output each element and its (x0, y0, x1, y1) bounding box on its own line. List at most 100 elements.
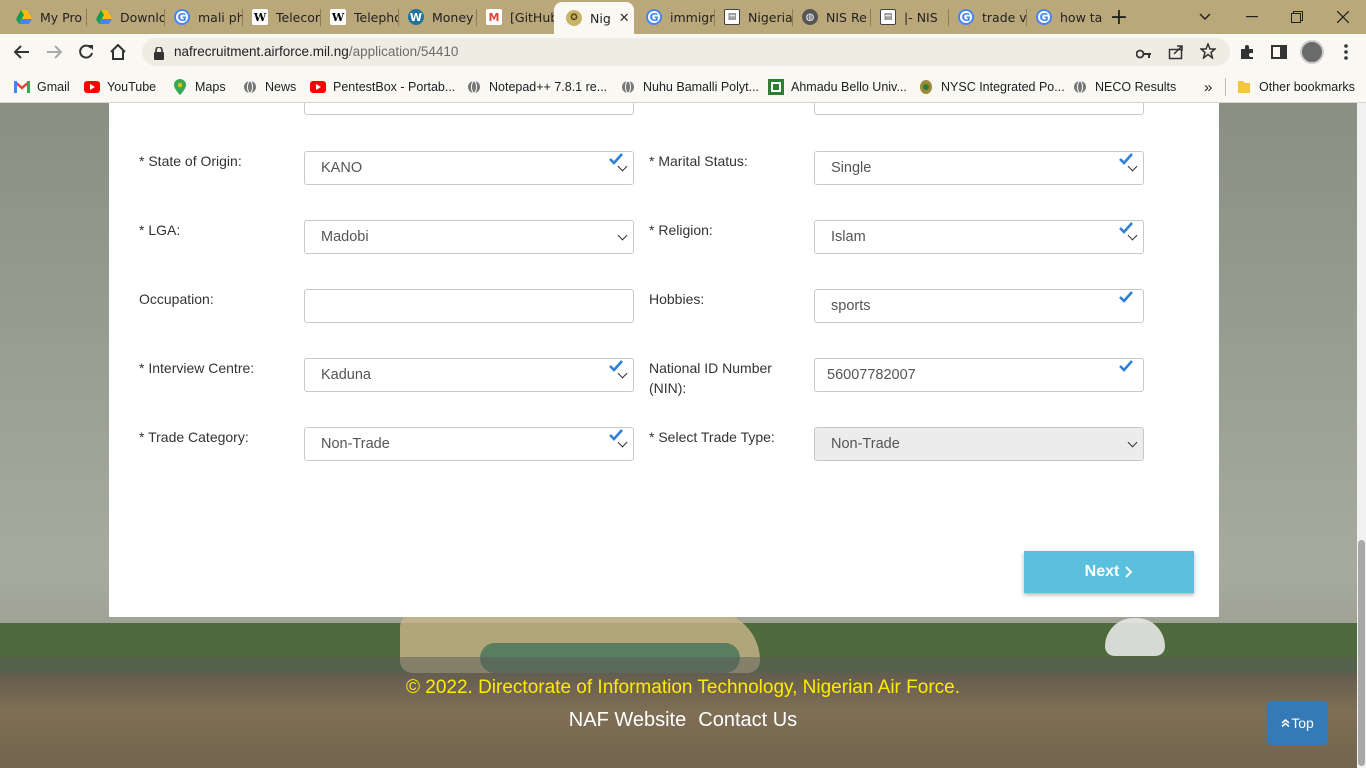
bookmarks-overflow-chevron[interactable]: » (1204, 76, 1212, 98)
youtube-icon (84, 79, 100, 95)
double-chevron-up-icon (1281, 719, 1290, 727)
copyright-text: © 2022. Directorate of Information Techn… (405, 677, 960, 698)
wordpress-icon: W (408, 9, 424, 25)
profile-avatar[interactable] (1298, 38, 1326, 66)
tab-immigration[interactable]: Gimmigr (634, 3, 714, 31)
back-arrow-icon[interactable] (8, 38, 36, 66)
tab-nis-re[interactable]: ◍ NIS Re (790, 3, 870, 31)
bookmark-maps[interactable]: Maps (172, 76, 226, 98)
bookmark-pentestbox[interactable]: PentestBox - Portab... (310, 76, 455, 98)
google-icon: G (1036, 9, 1052, 25)
scrollbar-thumb[interactable] (1358, 540, 1365, 766)
address-bar[interactable]: nafrecruitment.airforce.mil.ng/applicati… (142, 38, 1230, 66)
google-drive-icon (96, 9, 112, 25)
nationality-select-cropped[interactable] (304, 103, 634, 115)
url-text: nafrecruitment.airforce.mil.ng/applicati… (174, 44, 458, 59)
google-drive-icon (16, 9, 32, 25)
menu-kebab-icon[interactable] (1332, 38, 1360, 66)
reload-icon[interactable] (72, 38, 100, 66)
occupation-input[interactable] (304, 289, 634, 323)
trade-category-label: * Trade Category: (139, 429, 249, 445)
previous-field-cropped[interactable] (814, 103, 1144, 115)
trade-type-label: * Select Trade Type: (649, 429, 775, 445)
tab-nigerian-airforce-active[interactable]: ✪ Nig ✕ (554, 2, 634, 34)
trade-category-select[interactable]: Non-Trade (304, 427, 634, 461)
tab-downloads[interactable]: Downlo (84, 3, 164, 31)
valid-check-icon (609, 153, 623, 165)
tab-money[interactable]: W Money (396, 3, 476, 31)
youtube-icon (310, 79, 326, 95)
bookmark-nuhu-bamalli[interactable]: Nuhu Bamalli Polyt... (620, 76, 759, 98)
google-icon: G (646, 9, 662, 25)
url-path: /application/54410 (348, 44, 459, 59)
globe-icon: ◍ (802, 9, 818, 25)
nysc-crest-icon (918, 79, 934, 95)
forward-arrow-icon[interactable] (40, 38, 68, 66)
abu-crest-icon (768, 79, 784, 95)
site-footer: © 2022. Directorate of Information Techn… (0, 657, 1366, 768)
hobbies-label: Hobbies: (649, 291, 705, 307)
interview-centre-select[interactable]: Kaduna (304, 358, 634, 392)
maps-pin-icon (172, 79, 188, 95)
tab-nis[interactable]: ▤ |- NIS (868, 3, 948, 31)
tab-nigeria[interactable]: ▤ Nigeria (712, 3, 792, 31)
lga-select[interactable]: Madobi (304, 220, 634, 254)
document-icon: ▤ (880, 9, 896, 25)
tab-my-projects[interactable]: My Pro (4, 3, 84, 31)
next-button[interactable]: Next (1024, 551, 1194, 593)
page-viewport: * State of Origin: KANO * Marital Status… (0, 103, 1366, 768)
globe-icon (466, 79, 482, 95)
bookmark-youtube[interactable]: YouTube (84, 76, 156, 98)
valid-check-icon (1119, 222, 1133, 234)
state-of-origin-select[interactable]: KANO (304, 151, 634, 185)
wikipedia-icon: W (252, 9, 268, 25)
tab-mali-ph[interactable]: Gmali ph (162, 3, 242, 31)
tab-trade[interactable]: Gtrade v (946, 3, 1026, 31)
gmail-icon: M (486, 9, 502, 25)
restore-icon[interactable] (1283, 5, 1311, 29)
home-icon[interactable] (104, 38, 132, 66)
religion-select[interactable]: Islam (814, 220, 1144, 254)
trade-type-select-disabled[interactable]: Non-Trade (814, 427, 1144, 461)
bookmark-gmail[interactable]: Gmail (14, 76, 70, 98)
bookmark-notepad[interactable]: Notepad++ 7.8.1 re... (466, 76, 607, 98)
bookmark-news[interactable]: News (242, 76, 296, 98)
application-form-card: * State of Origin: KANO * Marital Status… (109, 103, 1219, 617)
footer-links: NAF Website Contact Us (0, 709, 1366, 732)
extensions-puzzle-icon[interactable] (1233, 38, 1261, 66)
key-icon[interactable] (1135, 45, 1152, 64)
valid-check-icon (1119, 360, 1133, 372)
side-panel-icon[interactable] (1265, 38, 1293, 66)
tab-telecom[interactable]: W Telecor (240, 3, 320, 31)
new-tab-plus-icon[interactable]: + (1105, 5, 1133, 30)
tab-github[interactable]: M [GitHub (474, 3, 554, 31)
naf-website-link[interactable]: NAF Website (569, 709, 686, 731)
tab-search-chevron-icon[interactable] (1191, 5, 1219, 29)
bookmark-nysc[interactable]: NYSC Integrated Po... (918, 76, 1065, 98)
valid-check-icon (1119, 291, 1133, 303)
google-icon: G (174, 9, 190, 25)
close-icon[interactable]: ✕ (619, 11, 630, 26)
lga-label: * LGA: (139, 222, 181, 238)
bookmark-star-icon[interactable] (1199, 41, 1217, 63)
nin-input[interactable]: 56007782007 (814, 358, 1144, 392)
back-to-top-button[interactable]: Top (1267, 701, 1328, 745)
hobbies-input[interactable]: sports (814, 289, 1144, 323)
close-window-icon[interactable] (1329, 5, 1357, 29)
folder-icon (1236, 79, 1252, 95)
marital-status-select[interactable]: Single (814, 151, 1144, 185)
contact-us-link[interactable]: Contact Us (698, 709, 797, 731)
bookmark-neco[interactable]: NECO Results (1072, 76, 1176, 98)
lock-icon[interactable] (154, 45, 164, 64)
tab-telephone[interactable]: W Telepho (318, 3, 398, 31)
nin-label: National ID Number (NIN): (649, 360, 772, 396)
minimize-icon[interactable] (1238, 5, 1266, 29)
valid-check-icon (609, 360, 623, 372)
page-scrollbar[interactable] (1357, 103, 1366, 768)
marital-status-label: * Marital Status: (649, 153, 748, 169)
share-icon[interactable] (1168, 44, 1184, 64)
other-bookmarks-folder[interactable]: Other bookmarks (1236, 76, 1355, 98)
bookmark-abu[interactable]: Ahmadu Bello Univ... (768, 76, 907, 98)
tab-how-to[interactable]: Ghow ta (1024, 3, 1104, 31)
google-icon: G (958, 9, 974, 25)
